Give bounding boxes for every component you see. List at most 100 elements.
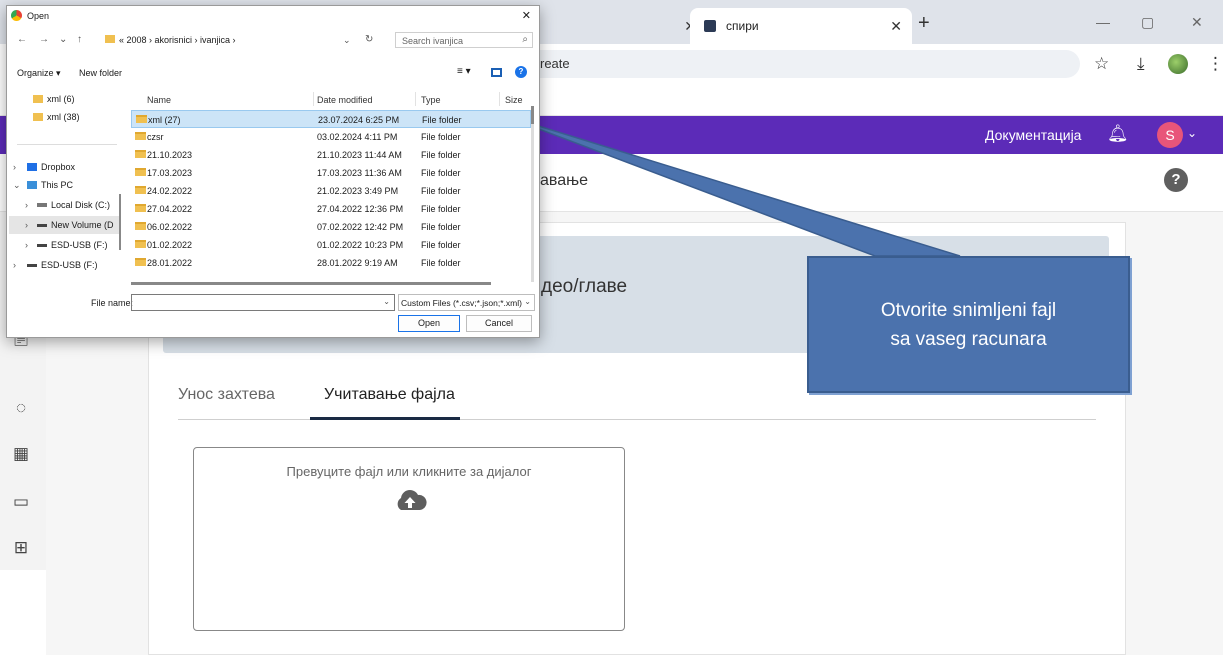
chevron-down-icon[interactable]: ⌄ — [343, 35, 351, 46]
nav-item-xml-38[interactable]: xml (38) — [9, 108, 121, 126]
nav-item-label: New Volume (D — [51, 220, 114, 230]
file-list-header: Name Date modified Type Size — [131, 90, 535, 108]
chevron-down-icon[interactable]: ⌄ — [524, 297, 531, 306]
file-date: 07.02.2022 12:42 PM — [317, 222, 404, 232]
search-icon: ⌕ — [522, 34, 528, 45]
file-list-scroll-thumb[interactable] — [531, 106, 534, 124]
nav-item-esd-usb-2[interactable]: › ESD-USB (F:) — [9, 256, 121, 274]
column-type[interactable]: Type — [421, 95, 441, 105]
file-type: File folder — [421, 240, 461, 250]
folder-icon — [135, 204, 146, 212]
folder-icon — [135, 132, 146, 140]
file-name: 24.02.2022 — [147, 186, 193, 196]
column-separator — [499, 92, 500, 106]
file-type: File folder — [421, 168, 461, 178]
forward-arrow-icon[interactable]: → — [39, 34, 49, 45]
file-list-scrollbar[interactable] — [531, 106, 534, 282]
preview-pane-icon[interactable] — [491, 68, 502, 77]
dialog-command-bar: Organize ▾ New folder ≡ ▾ ? — [7, 64, 539, 84]
file-type-select[interactable]: Custom Files (*.csv;*.json;*.xml) ⌄ — [398, 294, 535, 311]
file-row[interactable]: 17.03.2023 17.03.2023 11:36 AM File fold… — [131, 164, 531, 182]
file-name: 21.10.2023 — [147, 150, 193, 160]
file-list-hscrollbar[interactable] — [131, 282, 491, 285]
file-date: 28.01.2022 9:19 AM — [317, 258, 398, 268]
column-separator — [415, 92, 416, 106]
file-date: 23.07.2024 6:25 PM — [318, 115, 400, 125]
help-icon[interactable]: ? — [515, 66, 527, 78]
chevron-down-icon[interactable]: ⌄ — [383, 297, 390, 306]
new-folder-button[interactable]: New folder — [79, 68, 122, 78]
chevron-right-icon[interactable]: › — [13, 162, 16, 172]
file-name: 27.04.2022 — [147, 204, 193, 214]
file-row[interactable]: 24.02.2022 21.02.2023 3:49 PM File folde… — [131, 182, 531, 200]
nav-item-local-disk[interactable]: › Local Disk (C:) — [9, 196, 121, 214]
nav-item-dropbox[interactable]: › Dropbox — [9, 158, 121, 176]
file-name: czsr — [147, 132, 164, 142]
dialog-close-button[interactable]: ✕ — [522, 9, 531, 22]
nav-item-label: Local Disk (C:) — [51, 200, 111, 210]
file-row[interactable]: 01.02.2022 01.02.2022 10:23 PM File fold… — [131, 236, 531, 254]
view-options-icon[interactable]: ≡ ▾ — [457, 66, 471, 77]
file-name: 01.02.2022 — [147, 240, 193, 250]
chevron-right-icon[interactable]: › — [25, 200, 28, 210]
folder-icon — [135, 150, 146, 158]
drive-icon — [27, 264, 37, 267]
file-type: File folder — [421, 150, 461, 160]
nav-scrollbar[interactable] — [119, 194, 121, 250]
nav-item-xml-6[interactable]: xml (6) — [9, 90, 121, 108]
file-list: Name Date modified Type Size xml (27) 23… — [131, 90, 535, 286]
nav-item-new-volume[interactable]: › New Volume (D — [9, 216, 121, 234]
nav-item-label: xml (6) — [47, 94, 75, 104]
file-name: 17.03.2023 — [147, 168, 193, 178]
dialog-title: Open — [27, 11, 50, 21]
column-name[interactable]: Name — [147, 95, 171, 105]
nav-item-label: ESD-USB (F:) — [51, 240, 108, 250]
file-name-input[interactable]: ⌄ — [131, 294, 395, 311]
chevron-right-icon[interactable]: › — [25, 240, 28, 250]
refresh-icon[interactable]: ↻ — [365, 34, 373, 45]
column-separator — [313, 92, 314, 106]
nav-item-esd-usb-1[interactable]: › ESD-USB (F:) — [9, 236, 121, 254]
folder-icon — [135, 240, 146, 248]
file-type-value: Custom Files (*.csv;*.json;*.xml) — [401, 298, 522, 308]
breadcrumb[interactable]: « 2008 › akorisnici › ivanjica › ⌄ ↻ — [103, 32, 393, 48]
breadcrumb-path: « 2008 › akorisnici › ivanjica › — [119, 35, 236, 45]
chevron-down-icon[interactable]: ⌄ — [13, 180, 21, 191]
file-row[interactable]: 27.04.2022 27.04.2022 12:36 PM File fold… — [131, 200, 531, 218]
file-date: 17.03.2023 11:36 AM — [317, 168, 402, 178]
folder-icon — [135, 222, 146, 230]
search-placeholder: Search ivanjica — [402, 36, 464, 46]
drive-icon — [37, 203, 47, 207]
open-button[interactable]: Open — [398, 315, 460, 332]
file-name-label: File name: — [91, 298, 134, 308]
file-type: File folder — [421, 132, 461, 142]
back-arrow-icon[interactable]: ← — [17, 34, 27, 45]
file-date: 01.02.2022 10:23 PM — [317, 240, 404, 250]
drive-icon — [37, 224, 47, 227]
file-row[interactable]: 21.10.2023 21.10.2023 11:44 AM File fold… — [131, 146, 531, 164]
file-date: 21.02.2023 3:49 PM — [317, 186, 399, 196]
chevron-right-icon[interactable]: › — [13, 260, 16, 270]
nav-divider — [17, 144, 117, 145]
cancel-button[interactable]: Cancel — [466, 315, 532, 332]
file-name: 28.01.2022 — [147, 258, 193, 268]
organize-button[interactable]: Organize ▾ — [17, 68, 61, 79]
recent-chevron-icon[interactable]: ⌄ — [59, 34, 67, 45]
file-row[interactable]: czsr 03.02.2024 4:11 PM File folder — [131, 128, 531, 146]
navigation-pane: xml (6) xml (38) › Dropbox ⌄ This PC › L… — [9, 90, 121, 286]
up-arrow-icon[interactable]: ↑ — [77, 34, 82, 45]
file-date: 21.10.2023 11:44 AM — [317, 150, 402, 160]
folder-icon — [33, 95, 43, 103]
file-row[interactable]: 06.02.2022 07.02.2022 12:42 PM File fold… — [131, 218, 531, 236]
file-row[interactable]: xml (27) 23.07.2024 6:25 PM File folder — [131, 110, 531, 128]
dialog-titlebar: Open ✕ — [7, 6, 539, 26]
file-type: File folder — [421, 222, 461, 232]
file-row[interactable]: 28.01.2022 28.01.2022 9:19 AM File folde… — [131, 254, 531, 272]
column-date-modified[interactable]: Date modified — [317, 95, 373, 105]
nav-item-label: Dropbox — [41, 162, 76, 172]
callout-line-1: Otvorite snimljeni fajl — [880, 300, 1057, 321]
search-input[interactable]: Search ivanjica ⌕ — [395, 32, 533, 48]
chevron-right-icon[interactable]: › — [25, 220, 28, 230]
nav-item-this-pc[interactable]: ⌄ This PC — [9, 176, 121, 194]
column-size[interactable]: Size — [505, 95, 523, 105]
